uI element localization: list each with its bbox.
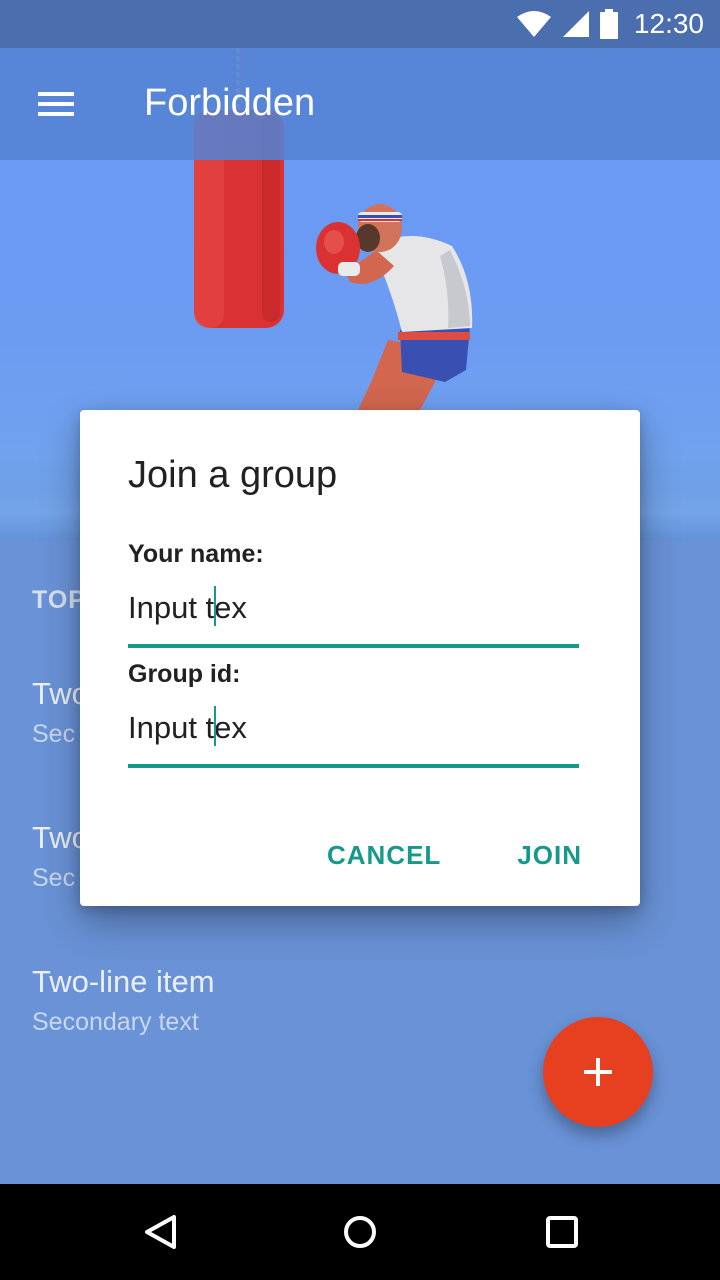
dialog-title: Join a group bbox=[128, 454, 338, 496]
app-title: Forbidden bbox=[144, 82, 316, 124]
status-icons: 12:30 bbox=[516, 0, 704, 48]
group-id-value: Input tex bbox=[128, 710, 247, 745]
cancel-button[interactable]: CANCEL bbox=[327, 840, 441, 871]
plus-icon bbox=[584, 1058, 612, 1086]
recents-icon bbox=[546, 1216, 578, 1248]
home-button[interactable] bbox=[336, 1208, 384, 1256]
battery-icon bbox=[599, 9, 618, 39]
dialog-actions: CANCEL JOIN bbox=[327, 840, 582, 871]
menu-icon[interactable] bbox=[24, 84, 74, 124]
status-bar: 12:30 bbox=[0, 0, 720, 48]
app-bar: Forbidden bbox=[0, 48, 720, 160]
status-time: 12:30 bbox=[633, 8, 704, 39]
join-button[interactable]: JOIN bbox=[517, 840, 582, 871]
your-name-value: Input tex bbox=[128, 590, 247, 625]
back-button[interactable] bbox=[136, 1208, 184, 1256]
screen: 12:30 Forbidden TOP Two Sec Two Sec Two-… bbox=[0, 0, 720, 1280]
text-cursor bbox=[214, 586, 216, 626]
wifi-icon bbox=[516, 11, 551, 37]
join-group-dialog: Join a group Your name: Input tex Group … bbox=[80, 410, 640, 906]
signal-icon bbox=[562, 11, 589, 37]
your-name-field[interactable]: Input tex bbox=[128, 580, 579, 648]
group-id-field[interactable]: Input tex bbox=[128, 700, 579, 768]
home-icon bbox=[344, 1216, 376, 1248]
navigation-bar bbox=[0, 1184, 720, 1280]
text-cursor bbox=[214, 706, 216, 746]
your-name-label: Your name: bbox=[128, 540, 264, 568]
recents-button[interactable] bbox=[538, 1208, 586, 1256]
add-fab-button[interactable] bbox=[543, 1017, 653, 1127]
back-icon bbox=[145, 1215, 176, 1249]
group-id-label: Group id: bbox=[128, 660, 241, 688]
